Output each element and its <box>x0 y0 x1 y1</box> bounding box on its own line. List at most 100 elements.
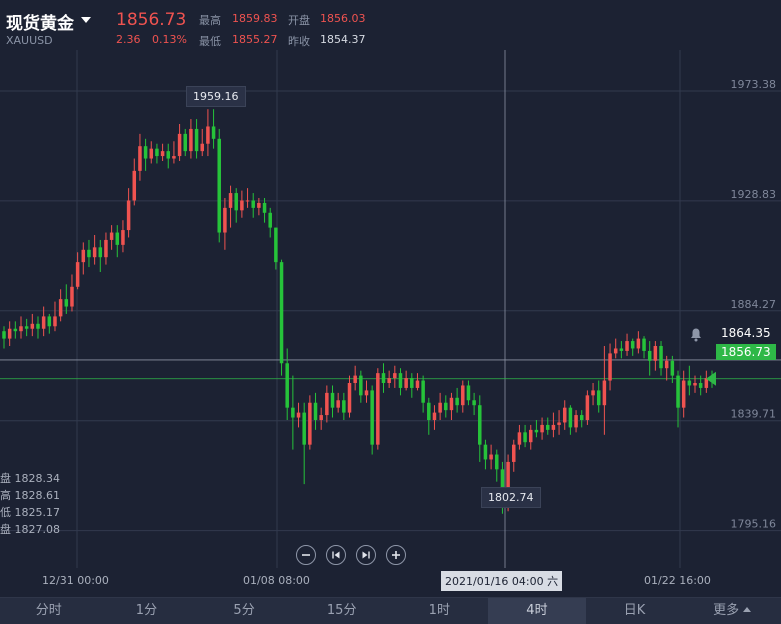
candlestick-chart[interactable]: 1973.38 1928.83 1884.27 1839.71 1795.16 <box>0 0 781 597</box>
max-price-callout: 1959.16 <box>186 86 246 107</box>
last-price: 1856.73 <box>116 10 187 30</box>
bell-icon[interactable] <box>686 325 706 343</box>
candle-body <box>217 138 221 233</box>
candle-body <box>432 412 437 420</box>
tab-1min[interactable]: 1分 <box>98 598 196 624</box>
candle-body <box>211 126 216 139</box>
candle-body <box>557 422 561 425</box>
candle-body <box>415 380 420 388</box>
price-change: 2.36 <box>116 33 141 46</box>
x-tick-label: 12/31 00:00 <box>42 574 109 587</box>
zoom-out-icon[interactable] <box>296 545 316 565</box>
candle-body <box>359 375 363 396</box>
candle-body <box>41 316 46 329</box>
open-label: 开盘 <box>288 14 310 27</box>
candle-body <box>81 249 86 263</box>
candle-body <box>13 328 18 332</box>
candle-body <box>636 338 641 349</box>
high-value: 1859.83 <box>232 12 278 25</box>
candle-body <box>653 346 658 361</box>
candle-body <box>353 375 357 383</box>
candle-body <box>291 407 295 418</box>
candle-body <box>596 390 601 406</box>
price-change-pct: 0.13% <box>152 33 187 46</box>
y-tick-label: 1795.16 <box>731 518 777 531</box>
tab-more-label: 更多 <box>713 603 740 618</box>
instrument-title[interactable]: 现货黄金 <box>6 9 91 34</box>
y-tick-label: 1839.71 <box>731 408 777 421</box>
candle-body <box>166 151 171 159</box>
candle-body <box>149 148 154 159</box>
candle-body <box>523 432 527 443</box>
ohlc-low: 低 1825.17 <box>0 506 60 519</box>
candle-body <box>461 385 465 406</box>
candle-body <box>223 207 227 233</box>
candle-body <box>172 156 176 159</box>
candle-body <box>585 395 590 420</box>
candle-body <box>342 400 346 413</box>
candle-body <box>302 412 306 445</box>
candle-body <box>336 400 340 408</box>
tab-1hour[interactable]: 1时 <box>391 598 489 624</box>
candle-body <box>58 299 63 317</box>
ohlc-open: 盘 1828.34 <box>0 472 60 485</box>
candle-body <box>574 415 578 428</box>
candle-body <box>121 230 125 245</box>
candle-body <box>472 400 476 406</box>
candle-body <box>240 200 244 211</box>
chart-container[interactable]: 1973.38 1928.83 1884.27 1839.71 1795.16 <box>0 0 781 623</box>
candle-body <box>155 148 159 157</box>
candle-body <box>234 193 238 211</box>
scroll-back-icon[interactable] <box>326 545 346 565</box>
candle-body <box>466 385 471 401</box>
candle-body <box>619 348 624 351</box>
candle-body <box>404 378 408 388</box>
candle-body <box>274 227 278 263</box>
candle-body <box>647 350 652 361</box>
candle-body <box>568 407 573 428</box>
candle-body <box>579 415 584 420</box>
candle-body <box>693 383 697 386</box>
candle-body <box>53 316 57 327</box>
tab-5min[interactable]: 5分 <box>195 598 293 624</box>
candle-body <box>676 375 680 408</box>
candle-body <box>30 323 35 329</box>
caret-down-icon[interactable] <box>81 16 91 23</box>
candle-body <box>47 316 52 327</box>
tab-daily[interactable]: 日K <box>586 598 684 624</box>
min-price-callout: 1802.74 <box>481 487 541 508</box>
tab-intraday[interactable]: 分时 <box>0 598 98 624</box>
candle-body <box>245 200 250 202</box>
candle-body <box>36 323 40 329</box>
candle-body <box>206 126 210 144</box>
candle-body <box>126 200 131 231</box>
candle-body <box>455 397 459 406</box>
candle-body <box>70 286 74 307</box>
candle-body <box>698 383 703 388</box>
candle-body <box>381 373 386 383</box>
zoom-in-icon[interactable] <box>386 545 406 565</box>
y-tick-label: 1928.83 <box>731 188 777 201</box>
current-price-tag: 1856.73 <box>716 344 776 360</box>
candle-body <box>257 202 261 208</box>
open-value: 1856.03 <box>320 12 366 25</box>
candle-body <box>330 392 335 408</box>
candle-body <box>512 444 516 462</box>
scroll-forward-icon[interactable] <box>356 545 376 565</box>
candle-body <box>421 380 425 403</box>
candle-body <box>268 212 272 228</box>
candle-body <box>194 128 199 152</box>
chart-controls <box>296 545 406 565</box>
caret-up-icon <box>743 607 752 612</box>
candle-body <box>279 262 284 364</box>
candle-body <box>319 415 323 420</box>
quote-header: 现货黄金 XAUUSD 1856.73 2.36 0.13% 最高 1859.8… <box>0 0 781 50</box>
candle-body <box>642 338 646 351</box>
tab-15min[interactable]: 15分 <box>293 598 391 624</box>
candle-body <box>670 360 675 376</box>
tab-more[interactable]: 更多 <box>683 598 781 624</box>
high-label: 最高 <box>199 14 221 27</box>
tab-4hour[interactable]: 4时 <box>488 598 586 624</box>
candle-body <box>347 383 352 413</box>
timeframe-tabbar: 分时 1分 5分 15分 1时 4时 日K 更多 <box>0 597 781 624</box>
